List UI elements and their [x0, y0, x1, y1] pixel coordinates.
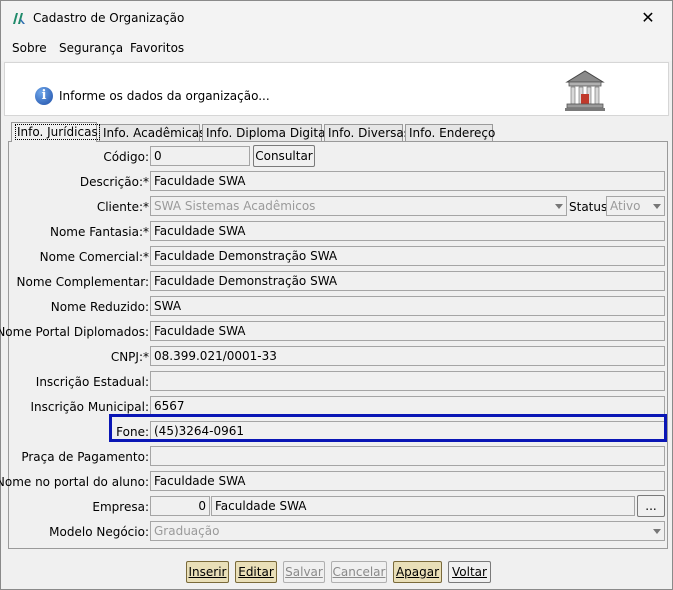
building-icon — [565, 70, 605, 111]
codigo-field[interactable]: 0 — [150, 146, 250, 166]
form-panel: Código: 0 Consultar Descrição:* Faculdad… — [0, 141, 668, 549]
nome-reduzido-label: Nome Reduzido: — [50, 300, 149, 314]
nome-fantasia-label: Nome Fantasia:* — [49, 225, 149, 239]
modelo-negocio-value: Graduação — [154, 524, 220, 538]
inscricao-estadual-field[interactable] — [150, 371, 665, 391]
tab-info-endereco[interactable]: Info. Endereço — [405, 124, 495, 141]
modelo-negocio-dropdown-arrow-icon — [653, 529, 661, 534]
salvar-button[interactable]: Salvar — [283, 561, 325, 583]
nome-comercial-field[interactable]: Faculdade Demonstração SWA — [150, 246, 665, 266]
empresa-name-field[interactable]: Faculdade SWA — [211, 496, 635, 516]
status-dropdown-arrow-icon — [653, 204, 661, 209]
nome-comercial-label: Nome Comercial:* — [39, 250, 149, 264]
nome-portal-aluno-label: Nome no portal do aluno: — [0, 475, 149, 489]
app-logo-icon — [13, 13, 25, 24]
fone-label: Fone: — [116, 425, 149, 439]
tab-info-diploma-digital[interactable]: Info. Diploma Digital — [202, 124, 329, 141]
consultar-button[interactable]: Consultar — [253, 145, 315, 167]
modelo-negocio-select[interactable]: Graduação — [150, 521, 665, 541]
cliente-dropdown-arrow-icon — [555, 204, 563, 209]
empresa-browse-button[interactable]: ... — [637, 495, 665, 517]
descricao-field[interactable]: Faculdade SWA — [150, 171, 665, 191]
empresa-code-field[interactable]: 0 — [150, 496, 210, 516]
inserir-button[interactable]: Inserir — [186, 561, 229, 583]
cliente-select[interactable]: SWA Sistemas Acadêmicos — [150, 196, 567, 216]
status-value: Ativo — [610, 199, 641, 213]
nome-fantasia-field[interactable]: Faculdade SWA — [150, 221, 665, 241]
tab-info-academicas[interactable]: Info. Acadêmicas — [99, 124, 205, 141]
voltar-button[interactable]: Voltar — [448, 561, 491, 583]
header-info-text: Informe os dados da organização... — [59, 89, 270, 103]
title-bar: Cadastro de Organização ✕ — [1, 1, 672, 35]
menu-favoritos[interactable]: Favoritos — [130, 41, 184, 55]
nome-portal-aluno-field[interactable]: Faculdade SWA — [150, 471, 665, 491]
praca-pagamento-field[interactable] — [150, 446, 665, 466]
inscricao-municipal-label: Inscrição Municipal: — [30, 400, 149, 414]
nome-complementar-field[interactable]: Faculdade Demonstração SWA — [150, 271, 665, 291]
inscricao-municipal-field[interactable]: 6567 — [150, 396, 665, 416]
tab-info-juridicas[interactable]: Info. Jurídicas — [11, 122, 100, 142]
nome-reduzido-field[interactable]: SWA — [150, 296, 665, 316]
empresa-label: Empresa: — [92, 500, 149, 514]
menu-bar: Sobre Segurança Favoritos — [1, 35, 672, 61]
praca-pagamento-label: Praça de Pagamento: — [21, 450, 149, 464]
nome-portal-diplomados-field[interactable]: Faculdade SWA — [150, 321, 665, 341]
organization-window: Cadastro de Organização ✕ Sobre Seguranç… — [0, 0, 673, 590]
fone-field[interactable]: (45)3264-0961 — [150, 421, 665, 441]
status-label: Status: — [569, 200, 612, 214]
cliente-value: SWA Sistemas Acadêmicos — [154, 199, 316, 213]
cancelar-button[interactable]: Cancelar — [331, 561, 387, 583]
nome-portal-diplomados-label: Nome Portal Diplomados: — [0, 325, 149, 339]
window-title: Cadastro de Organização — [33, 11, 185, 25]
close-icon[interactable]: ✕ — [628, 3, 668, 33]
codigo-label: Código: — [103, 150, 149, 164]
tab-info-diversas[interactable]: Info. Diversas — [324, 124, 410, 141]
menu-seguranca[interactable]: Segurança — [59, 41, 123, 55]
modelo-negocio-label: Modelo Negócio: — [49, 525, 149, 539]
menu-sobre[interactable]: Sobre — [12, 41, 47, 55]
nome-complementar-label: Nome Complementar: — [16, 275, 149, 289]
descricao-label: Descrição:* — [79, 175, 149, 189]
cnpj-field[interactable]: 08.399.021/0001-33 — [150, 346, 665, 366]
status-select[interactable]: Ativo — [606, 196, 665, 216]
inscricao-estadual-label: Inscrição Estadual: — [35, 375, 149, 389]
editar-button[interactable]: Editar — [235, 561, 277, 583]
header-panel: i Informe os dados da organização... — [4, 62, 669, 116]
info-icon: i — [35, 87, 53, 105]
cnpj-label: CNPJ:* — [110, 350, 149, 364]
cliente-label: Cliente:* — [96, 200, 149, 214]
apagar-button[interactable]: Apagar — [393, 561, 442, 583]
